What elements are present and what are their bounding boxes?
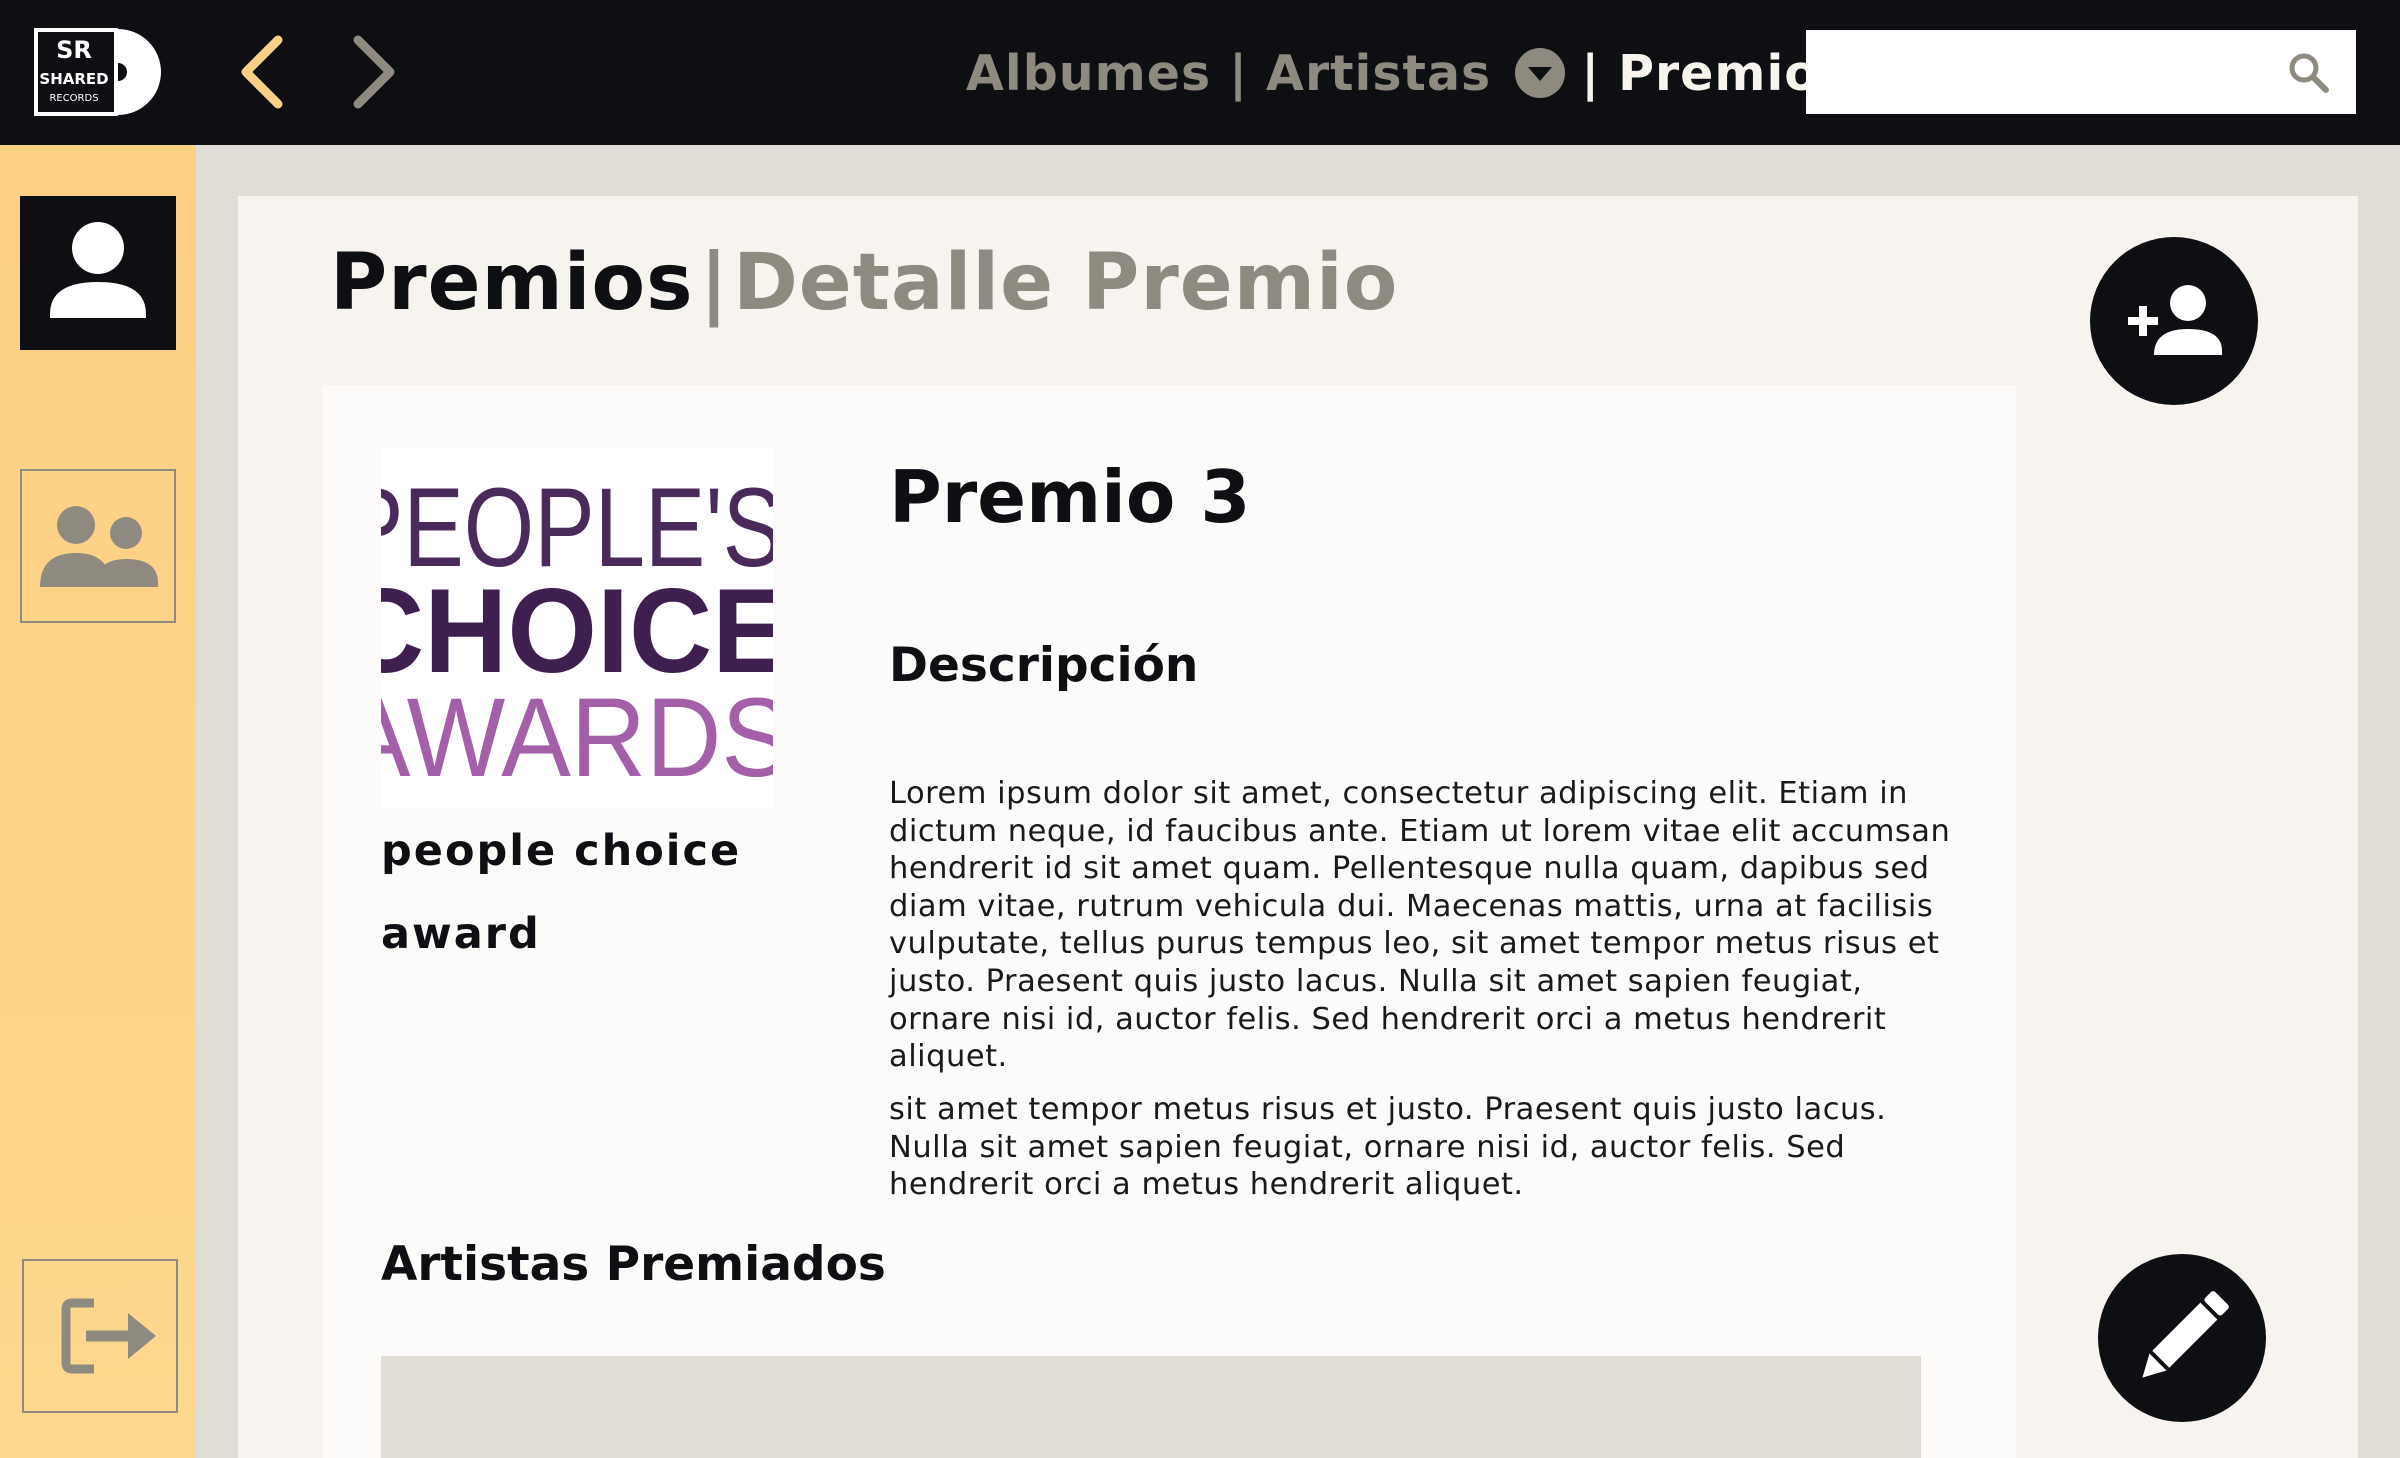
chevron-right-icon (353, 35, 395, 109)
edit-button[interactable] (2098, 1254, 2266, 1422)
svg-text:SR: SR (56, 36, 92, 64)
page-title-separator: | (699, 238, 730, 328)
award-logo-image: PEOPLE'S CHOICE AWARDS (381, 448, 773, 808)
award-title: Premio 3 (889, 455, 1251, 539)
description-paragraph: sit amet tempor metus risus et justo. Pr… (889, 1092, 1887, 1203)
svg-text:SHARED: SHARED (39, 70, 108, 88)
awarded-artists-list (381, 1356, 1921, 1458)
page-title: Premios|Detalle Premio (330, 238, 1398, 328)
back-button[interactable] (228, 34, 298, 110)
sidebar-item-profile[interactable] (20, 196, 176, 350)
logout-icon (61, 1298, 156, 1374)
nav-link-artists[interactable]: Artistas (1266, 45, 1491, 102)
nav-separator: | (1581, 44, 1601, 102)
svg-text:AWARDS: AWARDS (381, 675, 773, 800)
chevron-down-icon[interactable] (1515, 48, 1566, 98)
user-icon (50, 222, 146, 318)
description-paragraph: Lorem ipsum dolor sit amet, consectetur … (889, 776, 1951, 1075)
svg-text:RECORDS: RECORDS (49, 93, 98, 104)
search-icon[interactable] (2284, 48, 2334, 98)
add-user-icon (2128, 285, 2222, 355)
sidebar-item-artists[interactable] (20, 469, 176, 623)
award-name: people choice award (381, 826, 742, 959)
page-subtitle: Detalle Premio (733, 238, 1399, 328)
pencil-icon (2142, 1291, 2229, 1378)
search-input[interactable] (1806, 30, 2356, 114)
page-title-section[interactable]: Premios (330, 238, 694, 328)
sidebar-item-logout[interactable] (22, 1259, 178, 1413)
main-navigation: Albumes | Artistas | Premios | (966, 38, 1884, 108)
group-icon (40, 506, 158, 587)
nav-separator: | (1229, 44, 1249, 102)
shared-records-logo[interactable]: SR SHARED RECORDS (34, 28, 162, 116)
forward-button[interactable] (340, 34, 410, 110)
top-bar: SR SHARED RECORDS Albumes | Artistas | P… (0, 0, 2400, 145)
add-user-button[interactable] (2090, 237, 2258, 405)
description-heading: Descripción (889, 638, 1199, 693)
nav-link-albums[interactable]: Albumes (966, 45, 1211, 102)
chevron-left-icon (241, 35, 283, 109)
awarded-artists-heading: Artistas Premiados (381, 1237, 886, 1292)
